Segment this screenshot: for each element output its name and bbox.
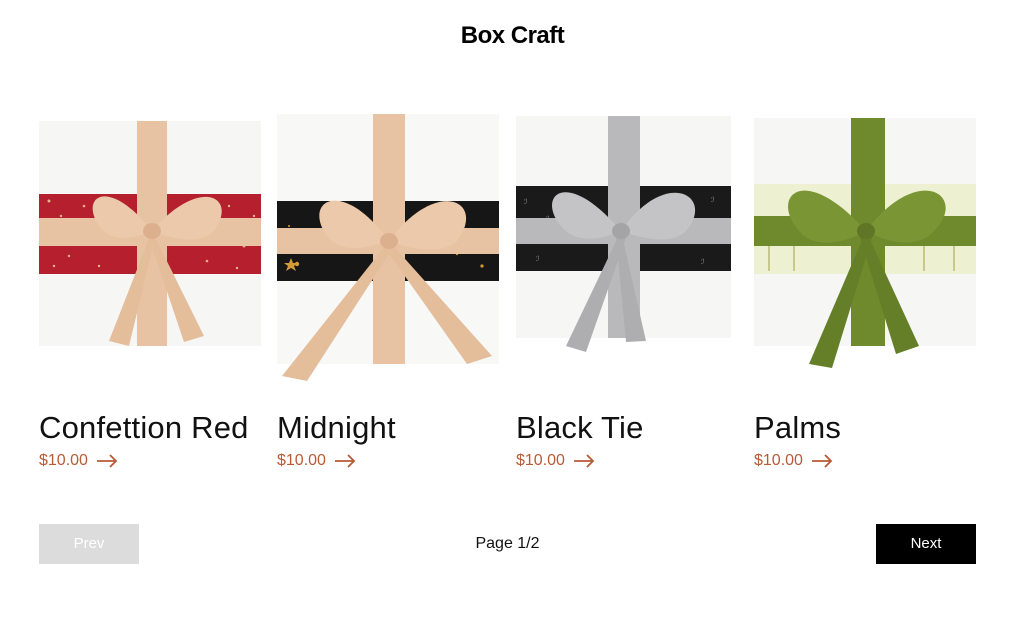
product-image-palms[interactable] xyxy=(754,106,976,386)
page-title: Box Craft xyxy=(460,22,565,49)
product-name[interactable]: Confettion Red xyxy=(39,410,261,446)
product-price: $10.00 xyxy=(754,452,803,469)
product-price-link[interactable]: $10.00 xyxy=(277,452,499,470)
product-card[interactable]: Palms $10.00 xyxy=(754,106,976,470)
product-name[interactable]: Palms xyxy=(754,410,976,446)
product-price-link[interactable]: $10.00 xyxy=(516,452,738,470)
product-card[interactable]: Midnight $10.00 xyxy=(277,106,499,470)
next-button[interactable]: Next xyxy=(876,524,976,564)
product-card[interactable]: Confettion Red $10.00 xyxy=(39,106,261,470)
product-name[interactable]: Black Tie xyxy=(516,410,738,446)
arrow-right-icon xyxy=(96,454,118,468)
product-card[interactable]: ℐ ℐ ℐ ℐ ℐ ℐ ℐ ℐ Black Tie $10.00 xyxy=(516,106,738,470)
product-name[interactable]: Midnight xyxy=(277,410,499,446)
product-grid: Confettion Red $10.00 Midnight $10.00 ℐ … xyxy=(39,106,976,486)
product-image-midnight[interactable] xyxy=(277,106,499,386)
product-image-black-tie[interactable]: ℐ ℐ ℐ ℐ ℐ ℐ ℐ ℐ xyxy=(516,106,738,386)
pagination: Prev Page 1/2 Next xyxy=(39,524,976,564)
product-price-link[interactable]: $10.00 xyxy=(39,452,261,470)
arrow-right-icon xyxy=(334,454,356,468)
product-image-confettion-red[interactable] xyxy=(39,106,261,386)
product-price-link[interactable]: $10.00 xyxy=(754,452,976,470)
product-price: $10.00 xyxy=(39,452,88,469)
arrow-right-icon xyxy=(811,454,833,468)
page-indicator: Page 1/2 xyxy=(475,535,540,552)
arrow-right-icon xyxy=(573,454,595,468)
product-price: $10.00 xyxy=(516,452,565,469)
product-price: $10.00 xyxy=(277,452,326,469)
